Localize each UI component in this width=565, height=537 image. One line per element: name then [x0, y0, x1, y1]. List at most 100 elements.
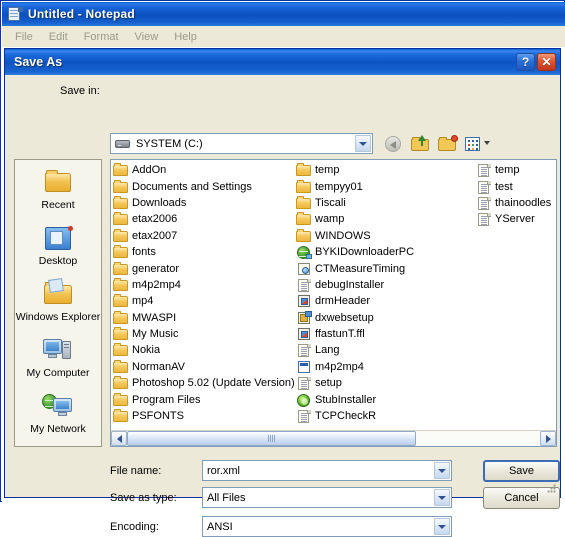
config-file-icon [296, 360, 312, 374]
file-list-item[interactable]: MWASPI [111, 310, 294, 326]
chevron-down-icon[interactable] [434, 518, 450, 535]
file-name: MWASPI [132, 311, 177, 324]
save-in-combobox[interactable]: SYSTEM (C:) [110, 133, 373, 154]
new-folder-icon[interactable] [437, 134, 458, 154]
menu-item-file[interactable]: File [7, 29, 41, 45]
file-list-item[interactable]: generator [111, 260, 294, 276]
folder-icon [113, 163, 129, 177]
file-list-item[interactable]: PSFONTS [111, 408, 291, 424]
scroll-left-icon[interactable] [111, 431, 127, 446]
file-name: My Music [132, 328, 179, 341]
folder-icon [113, 294, 129, 308]
scrollbar-track[interactable] [127, 431, 540, 446]
dialog-titlebar[interactable]: Save As ? ✕ [5, 49, 560, 75]
place-windows-explorer[interactable]: Windows Explorer [15, 278, 101, 332]
file-list-item[interactable]: CTMeasureTiming [294, 260, 474, 276]
file-list-item[interactable]: TCPCheckR [294, 408, 378, 424]
file-list-item[interactable]: test [474, 178, 556, 194]
save-button[interactable]: Save [483, 460, 560, 482]
file-name: setup [315, 377, 342, 390]
file-list-item[interactable]: m4p2mp4 [111, 277, 294, 293]
save-in-value: SYSTEM (C:) [136, 137, 203, 150]
encoding-label: Encoding: [110, 521, 159, 533]
file-list-item[interactable]: etax2006 [111, 211, 294, 227]
save-as-dialog: Save As ? ✕ Save in: SYSTEM (C:) Recent … [4, 48, 561, 537]
file-list-item[interactable]: tempyy01 [294, 178, 474, 194]
text-document-icon [296, 409, 312, 424]
file-list-item[interactable]: Downloads [111, 195, 294, 211]
file-list-item[interactable]: Documents and Settings [111, 178, 294, 194]
folder-icon [296, 195, 312, 210]
file-list-item[interactable]: Lang [294, 342, 474, 358]
file-list-item[interactable]: My Music [111, 326, 294, 342]
recent-folder-icon [41, 166, 75, 198]
folder-icon [113, 359, 129, 374]
text-document-icon [476, 212, 492, 227]
place-label: Windows Explorer [15, 311, 101, 323]
file-list-item[interactable]: StubInstaller [294, 391, 378, 407]
resize-grip[interactable] [546, 483, 556, 493]
file-list-item[interactable]: debugInstaller [294, 277, 474, 293]
file-name: BYKIDownloaderPC [315, 246, 415, 259]
place-my-network[interactable]: My Network [15, 390, 101, 444]
place-my-computer[interactable]: My Computer [15, 334, 101, 388]
file-list-item[interactable]: YServer [474, 211, 556, 227]
folder-icon [113, 343, 129, 357]
menu-item-help[interactable]: Help [166, 29, 205, 45]
help-button[interactable]: ? [516, 53, 535, 71]
file-list-item[interactable]: etax2007 [111, 228, 294, 244]
file-list-item[interactable]: AddOn [111, 162, 294, 178]
file-name-input[interactable]: ror.xml [202, 460, 452, 481]
file-name: StubInstaller [315, 393, 377, 406]
file-list-item[interactable]: m4p2mp4 [294, 359, 474, 375]
chevron-down-icon[interactable] [355, 135, 371, 152]
place-label: My Network [30, 423, 86, 435]
file-list-item[interactable]: temp [294, 162, 474, 178]
scrollbar-thumb[interactable] [127, 431, 417, 446]
views-icon[interactable] [464, 134, 490, 154]
file-list-item[interactable]: ffastunT.ffl [294, 326, 474, 342]
file-list-item[interactable]: setup [294, 375, 474, 391]
encoding-value: ANSI [207, 520, 233, 533]
file-name: fonts [132, 246, 156, 259]
menu-item-format[interactable]: Format [76, 29, 127, 45]
menu-item-view[interactable]: View [127, 29, 167, 45]
close-icon[interactable]: ✕ [537, 53, 556, 71]
file-list-item[interactable]: Tiscali [294, 195, 474, 211]
file-list-view[interactable]: AddOn Documents and Settings Downloads etax… [110, 159, 557, 447]
file-list-item[interactable]: mp4 [111, 293, 294, 309]
save-as-type-combobox[interactable]: All Files [202, 487, 452, 508]
folder-icon [113, 409, 129, 423]
place-desktop[interactable]: Desktop [15, 222, 101, 276]
file-list-item[interactable]: temp [474, 162, 556, 178]
folder-icon [113, 245, 129, 259]
notepad-menubar: File Edit Format View Help [2, 26, 565, 47]
my-network-icon [41, 390, 75, 422]
up-one-level-icon[interactable] [410, 134, 431, 154]
file-list-item[interactable]: Program Files [111, 391, 294, 407]
chevron-down-icon[interactable] [434, 489, 450, 506]
back-icon[interactable] [383, 134, 404, 154]
chevron-down-icon[interactable] [434, 462, 450, 479]
application-file-icon [296, 294, 312, 308]
file-list-item[interactable]: Photoshop 5.02 (Update Version) [111, 375, 294, 391]
file-list-item[interactable]: WINDOWS [294, 228, 474, 244]
file-list-item[interactable]: fonts [111, 244, 294, 260]
file-name: Downloads [132, 196, 187, 209]
file-name: temp [495, 164, 520, 177]
file-list-item[interactable]: Nokia [111, 342, 294, 358]
encoding-combobox[interactable]: ANSI [202, 516, 452, 537]
file-list-item[interactable]: thainoodles [474, 195, 556, 211]
file-list-item[interactable]: wamp [294, 211, 474, 227]
file-list-item[interactable]: drmHeader [294, 293, 474, 309]
file-list-item[interactable]: dxwebsetup [294, 310, 474, 326]
file-name: dxwebsetup [315, 311, 374, 324]
file-list-item[interactable]: NormanAV [111, 359, 294, 375]
folder-icon [113, 195, 129, 210]
horizontal-scrollbar[interactable] [111, 430, 556, 446]
place-recent[interactable]: Recent [15, 166, 101, 220]
file-name: Program Files [132, 393, 201, 406]
scroll-right-icon[interactable] [540, 431, 556, 446]
file-list-item[interactable]: BYKIDownloaderPC [294, 244, 474, 260]
menu-item-edit[interactable]: Edit [41, 29, 76, 45]
